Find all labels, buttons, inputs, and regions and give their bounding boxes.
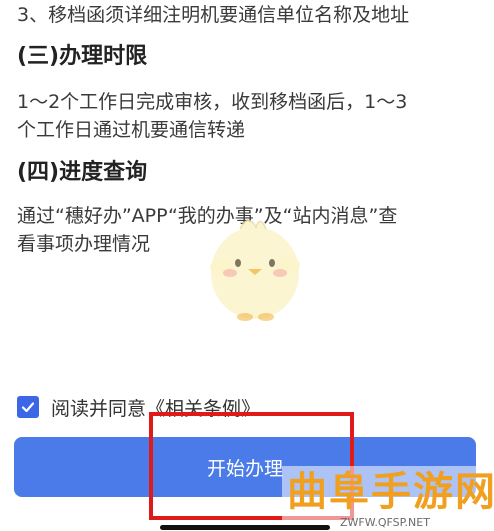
section-3-title: (三)办理时限 [17,44,148,69]
consent-label: 阅读并同意 [51,397,147,420]
check-icon [21,402,35,413]
consent-checkbox[interactable] [17,396,39,418]
home-indicator[interactable] [160,525,330,530]
section-4-title: (四)进度查询 [17,160,148,185]
watermark-title: 曲阜手游网 [287,468,494,515]
consent-row[interactable]: 阅读并同意 《相关条例》 [17,392,260,422]
section-4-body-line-2: 看事项办理情况 [17,233,151,255]
chick-mascot-icon [210,219,300,321]
section-3-body-line-1: 1～2个工作日完成审核，收到移档函后，1～3 [17,91,408,113]
regulations-link[interactable]: 《相关条例》 [146,394,260,421]
watermark-url: ZWFW.QFSP.NET [340,516,430,529]
item-3-text: 3、移档函须详细注明机要通信单位名称及地址 [17,4,410,26]
section-3-body-line-2: 个工作日通过机要通信转递 [17,119,246,141]
